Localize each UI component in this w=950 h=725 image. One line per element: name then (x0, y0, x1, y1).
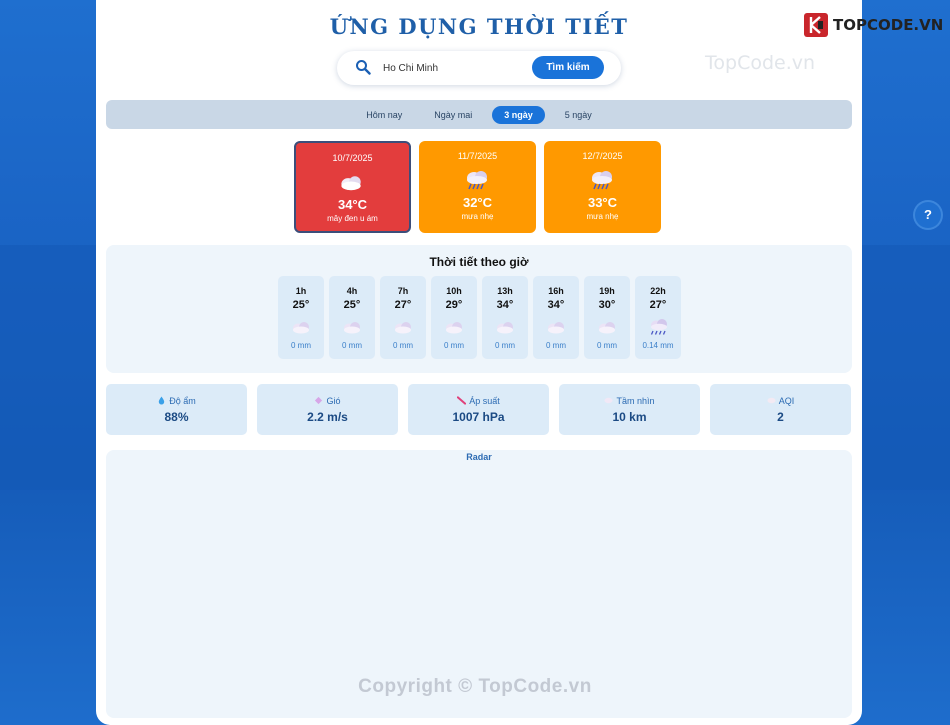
metric-label: Độ ẩm (169, 396, 196, 406)
day-temp: 33°C (587, 195, 618, 210)
hour-temp: 29° (445, 299, 463, 311)
hour-time: 19h (599, 286, 615, 296)
topcode-logo-icon (804, 13, 828, 37)
day-card[interactable]: 11/7/2025 32°C mưa nhẹ (419, 141, 536, 233)
hour-rain: 0 mm (546, 341, 566, 350)
metric-label: Áp suất (469, 396, 500, 406)
metric-value: 2.2 m/s (307, 410, 348, 424)
hour-temp: 27° (394, 299, 412, 311)
hour-card: 7h 27° 0 mm (380, 276, 426, 359)
hour-rain: 0 mm (597, 341, 617, 350)
metric-value: 10 km (612, 410, 647, 424)
rain-cloud-icon (592, 171, 612, 190)
daily-forecast: 10/7/2025 34°C mây đen u ám 11/7/2025 32… (294, 141, 661, 233)
hour-temp: 25° (343, 299, 361, 311)
metric-wind: Gió 2.2 m/s (257, 384, 398, 435)
rain-cloud-icon (467, 171, 487, 190)
hour-card: 10h 29° 0 mm (431, 276, 477, 359)
hour-card: 1h 25° 0 mm (278, 276, 324, 359)
metric-label: Gió (326, 396, 341, 406)
day-date: 11/7/2025 (457, 151, 498, 161)
hour-temp: 27° (649, 299, 667, 311)
metric-pressure: Áp suất 1007 hPa (408, 384, 549, 435)
hour-rain: 0 mm (291, 341, 311, 350)
metric-label: Tầm nhìn (616, 396, 655, 406)
copyright-watermark: Copyright © TopCode.vn (358, 676, 592, 697)
wind-icon (315, 396, 323, 405)
rain-cloud-icon (650, 319, 667, 335)
day-date: 10/7/2025 (332, 153, 373, 163)
tab-5-days[interactable]: 5 ngày (553, 106, 604, 124)
weather-metrics: Độ ẩm 88% Gió 2.2 m/s Áp suất 1007 hPa T… (106, 384, 851, 435)
hour-time: 7h (397, 286, 409, 296)
day-desc: mưa nhẹ (586, 212, 619, 221)
day-card[interactable]: 10/7/2025 34°C mây đen u ám (294, 141, 411, 233)
cloud-icon (446, 322, 462, 334)
metric-humidity: Độ ẩm 88% (106, 384, 247, 435)
hour-rain: 0 mm (342, 341, 362, 350)
hour-card: 22h 27° 0.14 mm (635, 276, 681, 359)
metric-value: 88% (164, 410, 189, 424)
cloud-icon (293, 322, 309, 334)
app-title: ỨNG DỤNG THỜI TIẾT (329, 14, 629, 39)
cloud-icon (395, 322, 411, 334)
metric-value: 1007 hPa (452, 410, 505, 424)
help-button[interactable]: ? (915, 202, 941, 228)
search-input[interactable] (383, 59, 523, 77)
droplet-icon (159, 396, 165, 405)
gauge-icon (457, 396, 467, 405)
search-button[interactable]: Tìm kiếm (532, 56, 604, 79)
search-bar: Tìm kiếm (337, 51, 621, 85)
weather-app-panel: ỨNG DỤNG THỜI TIẾT Tìm kiếm Hôm nay Ngày… (96, 0, 862, 725)
metric-label: AQI (778, 396, 795, 406)
hour-list: 1h 25° 0 mm 4h 25° 0 mm 7h 27° 0 mm 10h … (278, 276, 681, 359)
hour-time: 16h (548, 286, 564, 296)
cloud-icon (341, 176, 361, 191)
hourly-forecast: Thời tiết theo giờ 1h 25° 0 mm 4h 25° 0 … (106, 245, 852, 373)
hour-temp: 30° (598, 299, 616, 311)
air-quality-icon (767, 397, 776, 404)
hour-rain: 0 mm (393, 341, 413, 350)
hour-time: 10h (446, 286, 462, 296)
cloud-icon (497, 322, 513, 334)
hour-time: 13h (497, 286, 513, 296)
topcode-logo: TOPCODE.VN (803, 12, 943, 38)
cloud-icon (344, 322, 360, 334)
search-icon[interactable] (355, 59, 371, 75)
hour-rain: 0.14 mm (642, 341, 674, 350)
fog-icon (604, 397, 614, 404)
tab-3-days[interactable]: 3 ngày (492, 105, 545, 124)
hour-time: 22h (650, 286, 666, 296)
day-temp: 34°C (337, 197, 368, 212)
day-desc: mưa nhẹ (461, 212, 494, 221)
forecast-tabs: Hôm nay Ngày mai 3 ngày 5 ngày (106, 100, 852, 129)
hour-time: 4h (346, 286, 358, 296)
hour-temp: 25° (292, 299, 310, 311)
logo-text: TOPCODE.VN (833, 16, 944, 34)
hourly-title: Thời tiết theo giờ (429, 255, 529, 269)
metric-aqi: AQI 2 (710, 384, 851, 435)
cloud-icon (599, 322, 615, 334)
watermark: TopCode.vn (705, 52, 816, 74)
hour-time: 1h (295, 286, 307, 296)
metric-value: 2 (777, 410, 784, 424)
cloud-icon (548, 322, 564, 334)
hour-card: 13h 34° 0 mm (482, 276, 528, 359)
hour-rain: 0 mm (444, 341, 464, 350)
hour-temp: 34° (547, 299, 565, 311)
day-temp: 32°C (462, 195, 493, 210)
day-date: 12/7/2025 (582, 151, 623, 161)
tab-tomorrow[interactable]: Ngày mai (422, 106, 484, 124)
radar-title: Radar (466, 452, 492, 462)
tab-today[interactable]: Hôm nay (354, 106, 414, 124)
hour-rain: 0 mm (495, 341, 515, 350)
hour-card: 16h 34° 0 mm (533, 276, 579, 359)
hour-card: 19h 30° 0 mm (584, 276, 630, 359)
day-desc: mây đen u ám (327, 214, 378, 223)
day-card[interactable]: 12/7/2025 33°C mưa nhẹ (544, 141, 661, 233)
hour-temp: 34° (496, 299, 514, 311)
hour-card: 4h 25° 0 mm (329, 276, 375, 359)
metric-visibility: Tầm nhìn 10 km (559, 384, 700, 435)
